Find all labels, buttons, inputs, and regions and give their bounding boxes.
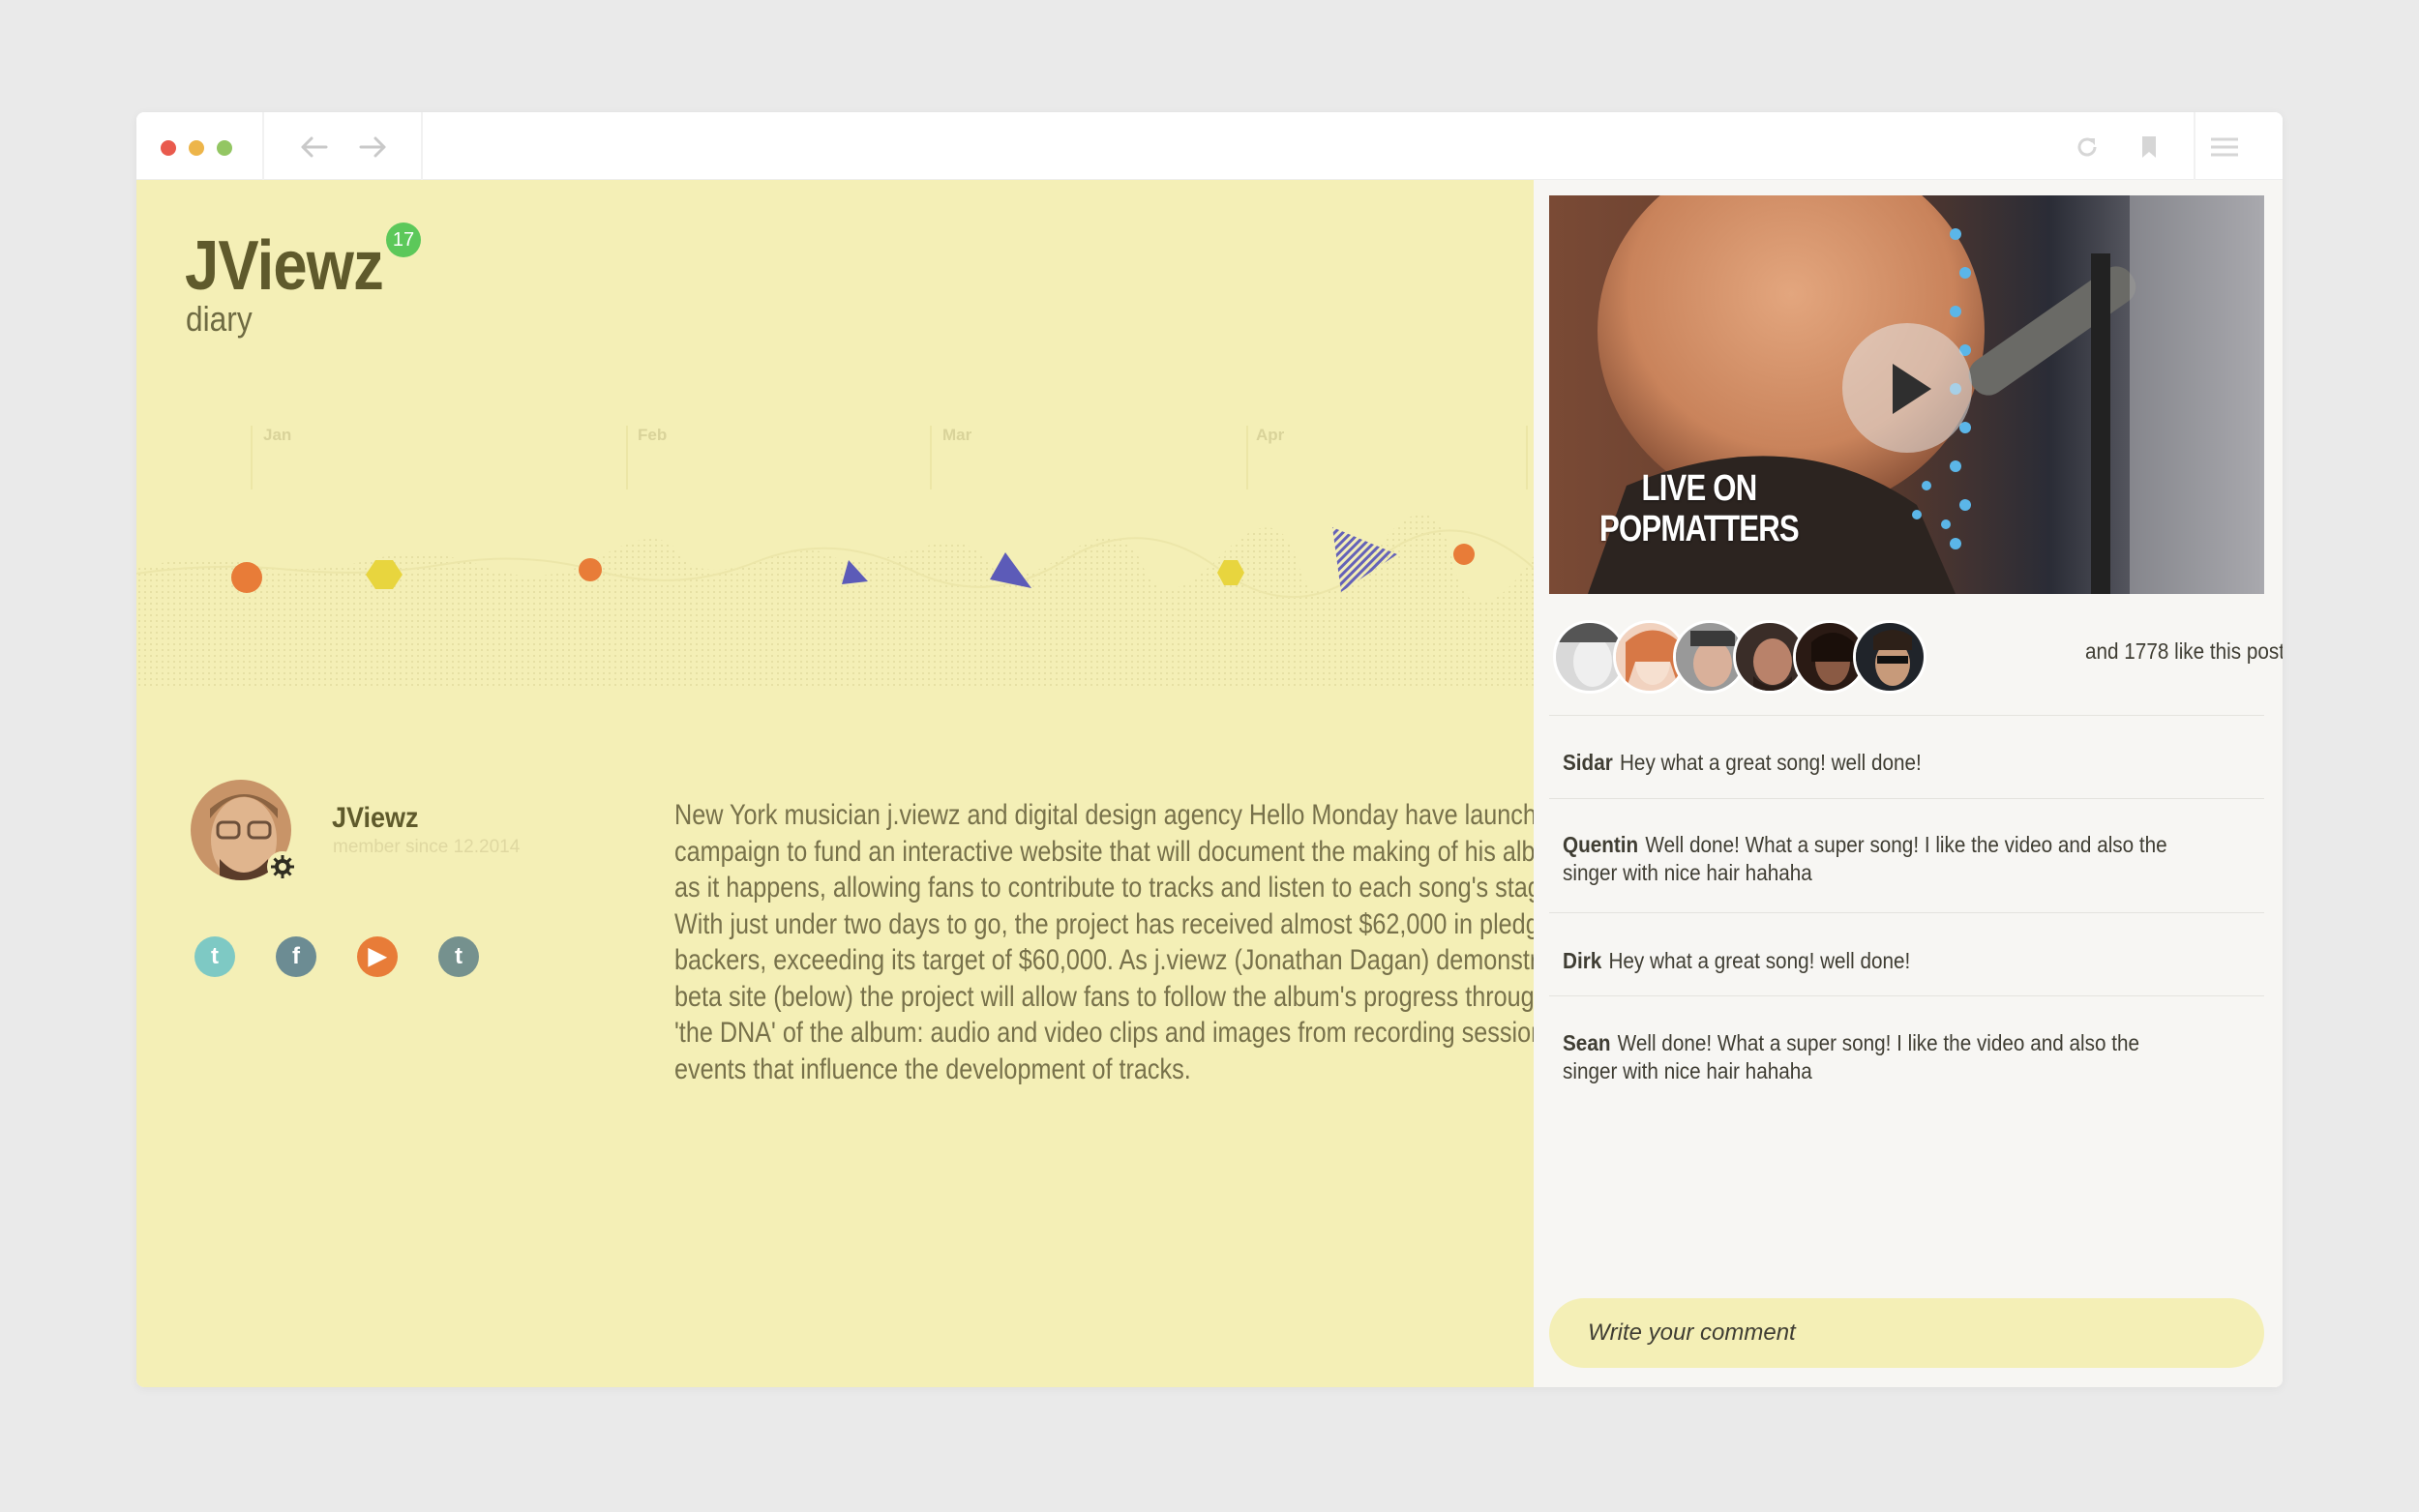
comments-pane: LIVE ON POPMATTERS and 1778 like this po…	[1534, 180, 2283, 1387]
comment-text: Well done! What a super song! I like the…	[1563, 832, 2167, 885]
toolbar-divider	[2194, 112, 2195, 180]
comment-divider	[1549, 715, 2264, 716]
maximize-window-button[interactable]	[217, 140, 232, 156]
comment-author[interactable]: Dirk	[1563, 948, 1601, 973]
toolbar-divider	[262, 112, 264, 180]
post-line: as it happens, allowing fans to contribu…	[674, 872, 1534, 904]
comment-divider	[1549, 995, 2264, 996]
bookmark-button[interactable]	[2132, 130, 2166, 164]
comment-divider	[1549, 912, 2264, 913]
comment-item: Sean Well done! What a super song! I like…	[1563, 1029, 2190, 1085]
arrow-right-icon	[359, 136, 386, 158]
post-line: 'the DNA' of the album: audio and video …	[674, 1017, 1534, 1049]
comment-text: Hey what a great song! well done!	[1619, 750, 1922, 775]
post-line: events that influence the development of…	[674, 1052, 1191, 1085]
post-line: beta site (below) the project will allow…	[674, 980, 1534, 1013]
likers-avatars[interactable]	[1553, 620, 1940, 694]
video-caption: LIVE ON POPMATTERS	[1599, 468, 1800, 549]
likes-count[interactable]: and 1778 like this post	[2085, 638, 2283, 665]
reload-icon	[2077, 137, 2097, 157]
play-icon	[1893, 364, 1931, 414]
page-title: JViewz	[185, 227, 384, 305]
menu-button[interactable]	[2207, 130, 2242, 164]
timeline-month-marker	[1526, 426, 1528, 489]
timeline-month-jan[interactable]: Jan	[263, 426, 291, 445]
comment-author[interactable]: Quentin	[1563, 832, 1638, 857]
menu-icon	[2211, 137, 2238, 157]
timeline-month-marker	[1246, 426, 1248, 489]
comment-item: Sidar Hey what a great song! well done!	[1563, 749, 2190, 777]
comment-divider	[1549, 798, 2264, 799]
timeline-month-marker	[251, 426, 253, 489]
comment-input[interactable]	[1549, 1298, 2264, 1368]
member-since-text: member since 12.2014	[333, 837, 521, 857]
video-player[interactable]: LIVE ON POPMATTERS	[1549, 195, 2264, 594]
play-button[interactable]	[1842, 323, 1972, 453]
reload-button[interactable]	[2070, 130, 2105, 164]
liker-avatar[interactable]	[1853, 620, 1926, 694]
minimize-window-button[interactable]	[189, 140, 204, 156]
timeline-month-marker	[626, 426, 628, 489]
post-body: New York musician j.viewz and digital de…	[674, 797, 1534, 1087]
tumblr-icon[interactable]: t	[438, 936, 479, 977]
profile-pane: JViewz 17 diary Jan Feb Mar Apr JViewz m…	[136, 180, 1534, 1387]
forward-button[interactable]	[356, 130, 391, 164]
settings-gear-icon[interactable]	[266, 850, 299, 883]
post-line: With just under two days to go, the proj…	[674, 907, 1534, 940]
comment-author[interactable]: Sean	[1563, 1030, 1610, 1055]
comment-text: Hey what a great song! well done!	[1608, 948, 1911, 973]
browser-toolbar	[136, 112, 2283, 180]
user-name[interactable]: JViewz	[332, 802, 419, 835]
timeline-event-dot[interactable]	[579, 558, 602, 581]
timeline-event-dot[interactable]	[231, 562, 262, 593]
youtube-icon[interactable]: ▶	[357, 936, 398, 977]
comment-text: Well done! What a super song! I like the…	[1563, 1030, 2139, 1083]
comment-item: Dirk Hey what a great song! well done!	[1563, 947, 2190, 975]
timeline-month-marker	[930, 426, 932, 489]
post-line: backers, exceeding its target of $60,000…	[674, 944, 1534, 976]
notification-badge[interactable]: 17	[386, 222, 421, 257]
facebook-icon[interactable]: f	[276, 936, 316, 977]
arrow-left-icon	[301, 136, 328, 158]
post-line: campaign to fund an interactive website …	[674, 835, 1534, 868]
comment-author[interactable]: Sidar	[1563, 750, 1613, 775]
timeline-event-dot[interactable]	[1453, 544, 1475, 565]
post-line: New York musician j.viewz and digital de…	[674, 799, 1534, 831]
page-subtitle: diary	[186, 299, 253, 339]
comment-item: Quentin Well done! What a super song! I l…	[1563, 831, 2190, 887]
toolbar-divider	[421, 112, 423, 180]
twitter-icon[interactable]: t	[194, 936, 235, 977]
browser-window: JViewz 17 diary Jan Feb Mar Apr JViewz m…	[136, 112, 2283, 1387]
timeline-wave	[136, 514, 1534, 688]
timeline-month-feb[interactable]: Feb	[638, 426, 667, 445]
timeline-month-apr[interactable]: Apr	[1256, 426, 1284, 445]
bookmark-icon	[2142, 136, 2156, 158]
back-button[interactable]	[296, 130, 331, 164]
timeline-month-mar[interactable]: Mar	[942, 426, 971, 445]
close-window-button[interactable]	[161, 140, 176, 156]
